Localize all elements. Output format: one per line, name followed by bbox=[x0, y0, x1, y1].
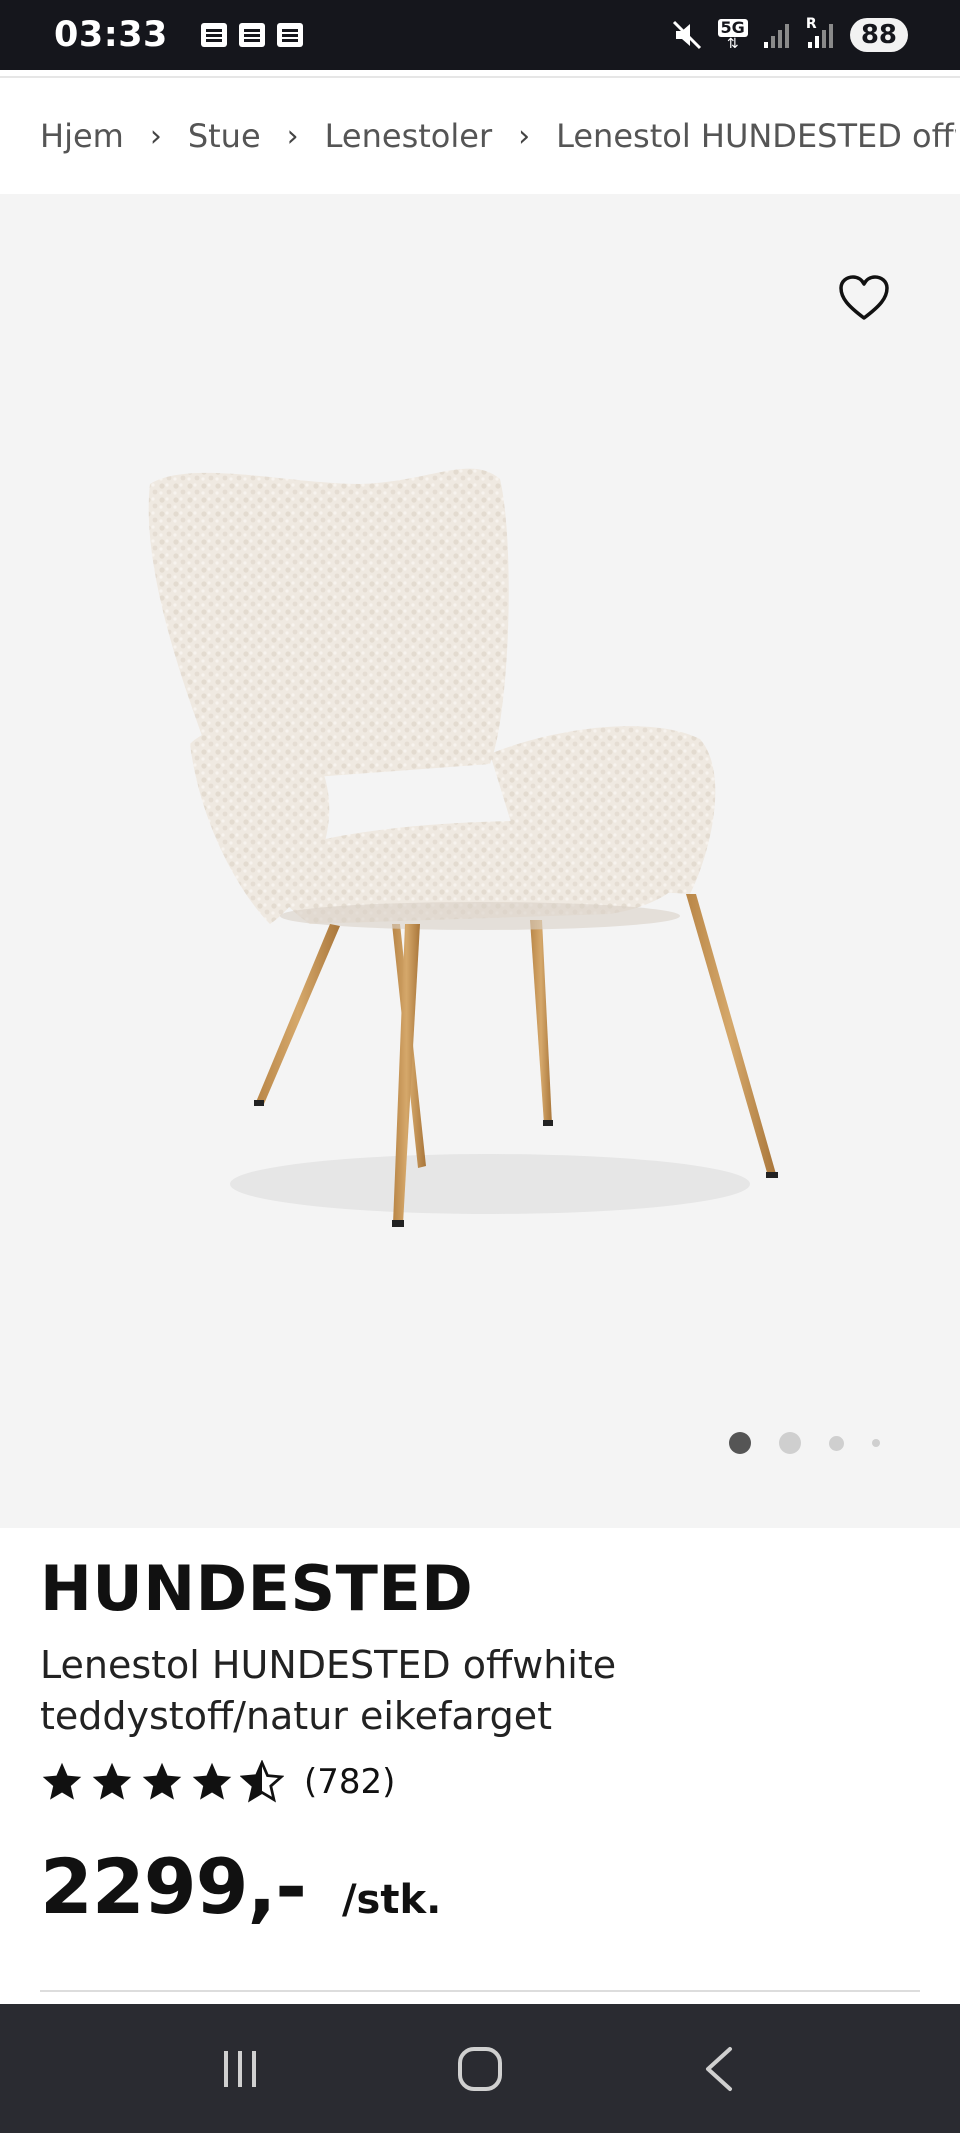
recent-apps-button[interactable] bbox=[205, 2034, 275, 2104]
news-icon bbox=[200, 23, 227, 47]
gallery-pagination bbox=[729, 1432, 880, 1454]
product-price: 2299,- bbox=[40, 1842, 307, 1931]
home-icon bbox=[458, 2046, 502, 2091]
pagination-dot-active[interactable] bbox=[729, 1432, 751, 1454]
chair-image bbox=[148, 468, 778, 1227]
breadcrumb-stue[interactable]: Stue bbox=[188, 117, 261, 155]
breadcrumb: Hjem › Stue › Lenestoler › Lenestol HUND… bbox=[0, 78, 960, 194]
news-icon bbox=[276, 23, 303, 47]
roaming-label: R bbox=[805, 16, 817, 32]
breadcrumb-current: Lenestol HUNDESTED offwhite bbox=[556, 117, 956, 155]
recent-apps-icon bbox=[224, 2050, 256, 2087]
heart-icon[interactable] bbox=[838, 274, 890, 322]
star-full-icon bbox=[42, 1762, 82, 1800]
breadcrumb-hjem[interactable]: Hjem bbox=[40, 117, 124, 155]
review-count[interactable]: (782) bbox=[304, 1762, 395, 1802]
price-row: 2299,- /stk. bbox=[40, 1842, 441, 1931]
5g-icon: 5G ⇅ bbox=[717, 19, 748, 51]
back-button[interactable] bbox=[685, 2034, 755, 2104]
signal-roaming-icon: R bbox=[806, 16, 836, 50]
pagination-dot[interactable] bbox=[872, 1439, 880, 1447]
breadcrumb-lenestoler[interactable]: Lenestoler bbox=[325, 117, 492, 155]
price-unit: /stk. bbox=[341, 1877, 442, 1923]
signal-icon bbox=[763, 24, 789, 48]
product-image-gallery[interactable] bbox=[0, 194, 960, 1528]
star-full-icon bbox=[92, 1762, 132, 1800]
breadcrumb-separator: › bbox=[149, 118, 162, 154]
product-brand: HUNDESTED bbox=[40, 1552, 474, 1625]
home-button[interactable] bbox=[445, 2034, 515, 2104]
mute-icon bbox=[672, 20, 701, 50]
battery-indicator: 88 bbox=[849, 18, 908, 52]
section-divider bbox=[40, 1990, 920, 1992]
status-bar: 03:33 5G ⇅ R 88 bbox=[0, 0, 960, 70]
network-label: 5G bbox=[717, 19, 748, 37]
product-name: Lenestol HUNDESTED offwhite teddystoff/n… bbox=[40, 1640, 900, 1742]
pagination-dot[interactable] bbox=[779, 1432, 801, 1454]
system-navigation-bar bbox=[0, 2004, 960, 2133]
news-icon bbox=[238, 23, 265, 47]
star-full-icon bbox=[142, 1762, 182, 1800]
pagination-dot[interactable] bbox=[829, 1435, 844, 1451]
breadcrumb-separator: › bbox=[286, 118, 299, 154]
breadcrumb-separator: › bbox=[518, 118, 531, 154]
product-rating[interactable]: (782) bbox=[40, 1760, 395, 1804]
product-name-line2: teddystoff/natur eikefarget bbox=[40, 1694, 552, 1738]
star-full-icon bbox=[192, 1762, 232, 1800]
clock: 03:33 bbox=[54, 15, 168, 55]
back-icon bbox=[706, 2046, 732, 2091]
product-name-line1: Lenestol HUNDESTED offwhite bbox=[40, 1643, 617, 1687]
star-half-icon bbox=[240, 1760, 284, 1803]
